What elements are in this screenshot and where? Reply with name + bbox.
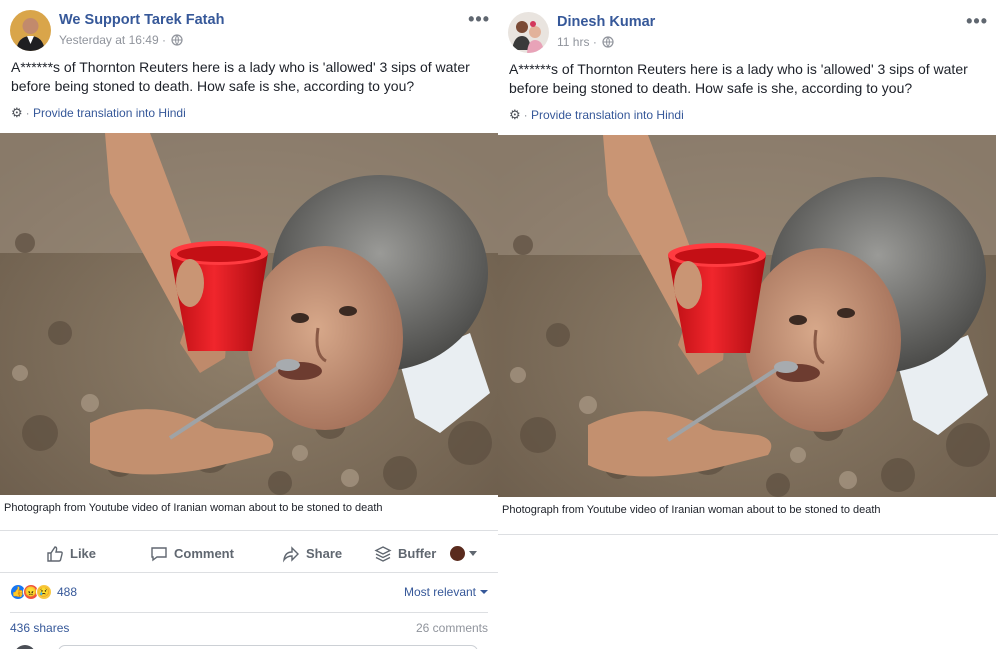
share-label: Share bbox=[306, 546, 343, 561]
share-icon bbox=[282, 545, 299, 563]
post-right: Dinesh Kumar 11 hrs · ••• A******s of Th… bbox=[498, 0, 998, 535]
comment-icon bbox=[151, 546, 167, 561]
translate-link[interactable]: ⚙ · Provide translation into Hindi bbox=[11, 105, 186, 121]
post-text: A******s of Thornton Reuters here is a l… bbox=[11, 59, 470, 94]
buffer-button[interactable]: Buffer bbox=[374, 534, 436, 573]
translate-link[interactable]: ⚙ · Provide translation into Hindi bbox=[509, 107, 684, 123]
more-options-icon[interactable]: ••• bbox=[966, 12, 988, 30]
post-text: A******s of Thornton Reuters here is a l… bbox=[509, 61, 968, 96]
post-header: We Support Tarek Fatah Yesterday at 16:4… bbox=[10, 10, 490, 56]
caption-bar: Photograph from Youtube video of Iranian… bbox=[0, 495, 498, 531]
like-icon bbox=[47, 545, 63, 562]
comments-count[interactable]: 26 comments bbox=[416, 621, 488, 635]
post-meta: Yesterday at 16:49 · bbox=[59, 33, 183, 49]
shares-count[interactable]: 436 shares bbox=[10, 621, 69, 635]
post-photo[interactable] bbox=[498, 135, 996, 497]
sort-comments-dropdown[interactable]: Most relevant bbox=[404, 585, 488, 599]
reaction-count[interactable]: 488 bbox=[57, 585, 77, 599]
sad-reaction-icon: 😢 bbox=[36, 584, 52, 600]
caption-bar: Photograph from Youtube video of Iranian… bbox=[498, 497, 996, 533]
buffer-icon bbox=[374, 545, 392, 562]
author-name[interactable]: Dinesh Kumar bbox=[557, 14, 655, 30]
comment-label: Comment bbox=[174, 546, 234, 561]
globe-icon bbox=[171, 34, 183, 49]
action-bar: Like Comment Share Buffer bbox=[0, 534, 498, 573]
chevron-down-icon bbox=[480, 590, 488, 594]
more-options-icon[interactable]: ••• bbox=[468, 10, 490, 28]
chevron-down-icon bbox=[469, 551, 477, 556]
post-meta: 11 hrs · bbox=[557, 35, 614, 51]
translate-label: Provide translation into Hindi bbox=[33, 106, 186, 120]
photo-caption: Photograph from Youtube video of Iranian… bbox=[502, 504, 881, 516]
translate-label: Provide translation into Hindi bbox=[531, 108, 684, 122]
avatar bbox=[14, 645, 36, 649]
like-button[interactable]: Like bbox=[46, 534, 96, 573]
post-as-selector[interactable] bbox=[450, 534, 477, 573]
reactions-row: 👍 😠 😢 488 Most relevant bbox=[10, 582, 488, 604]
gear-icon: ⚙ bbox=[11, 105, 23, 120]
avatar bbox=[450, 546, 465, 561]
comment-button[interactable]: Comment bbox=[150, 534, 234, 573]
divider bbox=[10, 612, 488, 613]
globe-icon bbox=[602, 36, 614, 51]
comment-input[interactable] bbox=[58, 645, 478, 649]
photo-caption: Photograph from Youtube video of Iranian… bbox=[4, 502, 383, 514]
sort-label: Most relevant bbox=[403, 585, 476, 599]
gear-icon: ⚙ bbox=[509, 107, 521, 122]
buffer-label: Buffer bbox=[398, 546, 437, 561]
avatar[interactable] bbox=[508, 12, 549, 53]
like-label: Like bbox=[70, 546, 97, 561]
timestamp[interactable]: Yesterday at 16:49 bbox=[59, 33, 159, 47]
post-header: Dinesh Kumar 11 hrs · ••• bbox=[508, 12, 988, 58]
timestamp[interactable]: 11 hrs bbox=[557, 35, 589, 49]
share-button[interactable]: Share bbox=[282, 534, 342, 573]
post-left: We Support Tarek Fatah Yesterday at 16:4… bbox=[0, 0, 498, 649]
avatar[interactable] bbox=[10, 10, 51, 51]
post-photo[interactable] bbox=[0, 133, 498, 495]
reactions-summary[interactable]: 👍 😠 😢 488 bbox=[10, 584, 77, 600]
author-name[interactable]: We Support Tarek Fatah bbox=[59, 12, 224, 28]
